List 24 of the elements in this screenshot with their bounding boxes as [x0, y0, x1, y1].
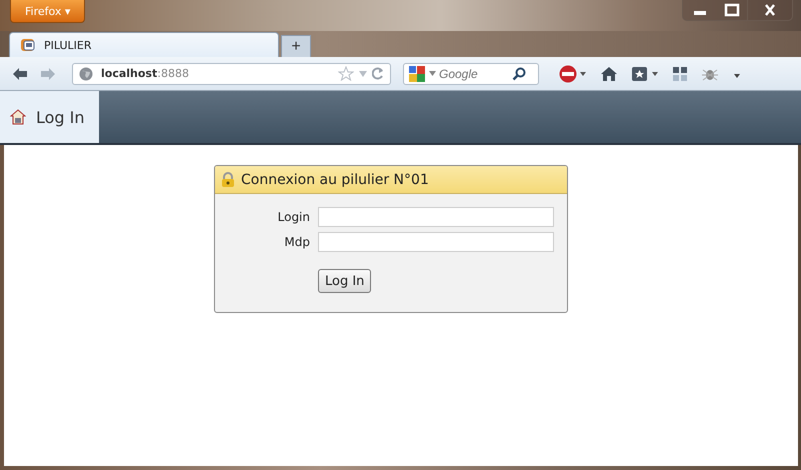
- browser-tab[interactable]: PILULIER: [9, 32, 279, 57]
- login-button[interactable]: Log In: [318, 269, 372, 293]
- field-label: Login: [276, 210, 310, 224]
- house-icon: [10, 109, 26, 125]
- google-icon: [408, 64, 426, 82]
- search-field[interactable]: Google: [403, 62, 539, 84]
- star-icon[interactable]: [338, 66, 354, 81]
- field-label: Mdp: [283, 235, 310, 249]
- panels-icon[interactable]: [672, 66, 688, 82]
- search-input[interactable]: Google: [439, 66, 509, 80]
- padlock-icon: [221, 172, 235, 188]
- panel-title: Connexion au pilulier N°01: [241, 172, 429, 188]
- reload-icon[interactable]: [372, 67, 384, 80]
- home-icon[interactable]: [600, 66, 618, 82]
- address-field[interactable]: localhost:8888: [72, 62, 391, 84]
- bookmarks-icon[interactable]: [631, 66, 659, 82]
- new-tab-button[interactable]: +: [281, 35, 311, 57]
- search-icon[interactable]: [512, 66, 526, 80]
- back-icon[interactable]: [12, 66, 28, 80]
- page-icon: [20, 37, 36, 53]
- input-field[interactable]: [318, 232, 554, 252]
- input-field[interactable]: [318, 207, 554, 227]
- globe-icon: [79, 66, 93, 80]
- nav-tab[interactable]: Log In: [0, 91, 99, 143]
